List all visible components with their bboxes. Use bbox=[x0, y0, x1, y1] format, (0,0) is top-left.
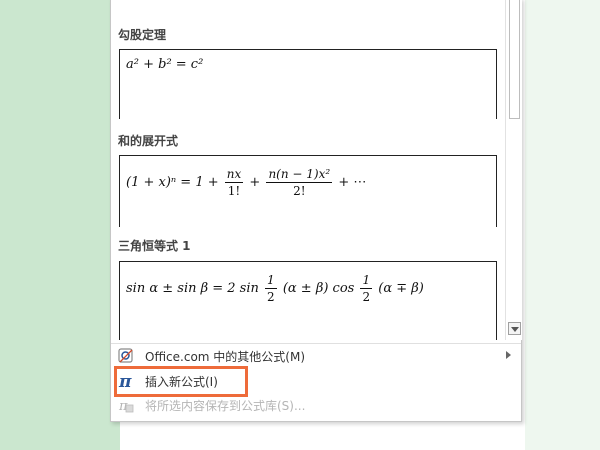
fraction: 1 2 bbox=[265, 272, 277, 305]
scrollbar-thumb[interactable] bbox=[509, 0, 520, 119]
fraction-denominator: 2 bbox=[267, 290, 275, 304]
formula-text: a² + b² = c² bbox=[126, 57, 204, 72]
fraction-numerator: 1 bbox=[360, 273, 373, 289]
formula-trig-identity[interactable]: sin α ± sin β = 2 sin 1 2 (α ± β) cos 1 … bbox=[119, 261, 497, 340]
formula-text: sin α ± sin β = 2 sin 1 2 (α ± β) cos 1 … bbox=[126, 272, 424, 305]
fraction-denominator: 2 bbox=[362, 290, 371, 304]
formula-part: (α ± β) cos bbox=[282, 281, 355, 296]
formula-binomial[interactable]: (1 + x)ⁿ = 1 + nx 1! + n(n − 1)x² 2! + ⋯ bbox=[119, 155, 497, 227]
formula-part: + bbox=[249, 175, 261, 190]
formula-part: + ⋯ bbox=[338, 175, 367, 190]
formula-part: (α ∓ β) bbox=[378, 281, 424, 296]
fraction-numerator: 1 bbox=[265, 273, 277, 289]
menu-item-office-more-equations[interactable]: Office.com 中的其他公式(M) bbox=[111, 344, 521, 368]
formula-text: (1 + x)ⁿ = 1 + nx 1! + n(n − 1)x² 2! + ⋯ bbox=[126, 166, 366, 199]
section-title-binomial: 和的展开式 bbox=[118, 134, 179, 148]
section-title-pythagoras: 勾股定理 bbox=[118, 28, 167, 42]
equation-gallery: 勾股定理 a² + b² = c² 和的展开式 (1 + x)ⁿ = 1 + n… bbox=[111, 0, 505, 340]
highlight-box bbox=[114, 366, 248, 397]
document-margin-right bbox=[525, 0, 600, 450]
scroll-down-arrow[interactable] bbox=[508, 322, 521, 335]
document-margin-left bbox=[0, 0, 120, 450]
fraction: 1 2 bbox=[360, 272, 373, 305]
fraction-numerator: nx bbox=[224, 167, 244, 183]
submenu-arrow-icon bbox=[506, 351, 511, 359]
formula-part: sin α ± sin β = 2 sin bbox=[126, 281, 259, 296]
fraction: n(n − 1)x² 2! bbox=[266, 166, 333, 199]
fraction-numerator: n(n − 1)x² bbox=[266, 167, 333, 183]
save-equation-icon: π bbox=[117, 396, 135, 414]
formula-pythagoras[interactable]: a² + b² = c² bbox=[119, 49, 497, 119]
fraction-denominator: 1! bbox=[227, 184, 241, 198]
gallery-scrollbar[interactable] bbox=[505, 0, 522, 340]
menu-item-label: 将所选内容保存到公式库(S)... bbox=[145, 399, 306, 413]
menu-item-label: Office.com 中的其他公式(M) bbox=[145, 350, 306, 364]
equation-dropdown: 勾股定理 a² + b² = c² 和的展开式 (1 + x)ⁿ = 1 + n… bbox=[110, 0, 522, 422]
formula-part: (1 + x)ⁿ = 1 + bbox=[126, 175, 223, 190]
office-icon bbox=[117, 347, 135, 365]
fraction-denominator: 2! bbox=[293, 184, 306, 198]
fraction: nx 1! bbox=[224, 166, 244, 199]
section-title-trig: 三角恒等式 1 bbox=[118, 239, 191, 253]
